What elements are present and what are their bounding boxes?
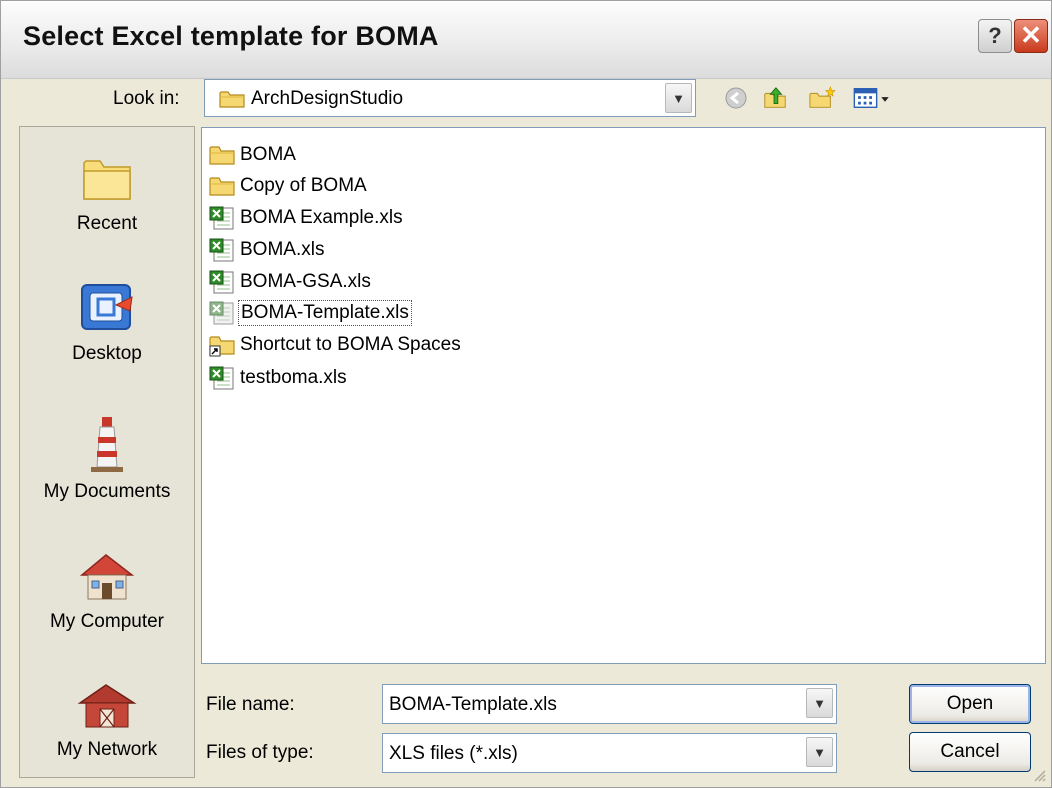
file-name-text: BOMA Example.xls <box>240 207 403 228</box>
file-name-text: BOMA-GSA.xls <box>240 271 371 292</box>
folder-icon <box>209 177 235 196</box>
file-type-label: Files of type: <box>206 742 314 763</box>
chevron-down-icon[interactable]: ▼ <box>806 688 833 718</box>
place-my-documents-label: My Documents <box>43 481 171 502</box>
title-bar[interactable]: Select Excel template for BOMA ? ✕ <box>1 1 1051 79</box>
chevron-down-icon[interactable]: ▼ <box>806 737 833 767</box>
excel-file-icon <box>209 301 234 325</box>
cancel-button[interactable]: Cancel <box>909 732 1031 772</box>
folder-icon <box>219 91 245 108</box>
file-list[interactable]: BOMA Copy of BOMA BOMA Example.xls BOMA.… <box>201 127 1046 664</box>
place-my-computer[interactable]: My Computer <box>20 547 194 633</box>
place-recent-label: Recent <box>76 213 138 234</box>
lighthouse-icon <box>91 417 123 472</box>
dialog-title: Select Excel template for BOMA <box>23 21 439 51</box>
look-in-value: ArchDesignStudio <box>251 88 404 109</box>
shortcut-folder-icon <box>209 336 235 357</box>
list-item[interactable]: BOMA.xls <box>208 235 326 265</box>
list-item[interactable]: BOMA-GSA.xls <box>208 267 373 297</box>
list-item[interactable]: Shortcut to BOMA Spaces <box>208 330 463 360</box>
file-name-value: BOMA-Template.xls <box>389 694 557 715</box>
file-type-dropdown[interactable]: XLS files (*.xls) ▼ <box>382 733 837 773</box>
file-name-input[interactable]: BOMA-Template.xls ▼ <box>382 684 837 724</box>
file-dialog: Select Excel template for BOMA ? ✕ Look … <box>0 0 1052 788</box>
excel-file-icon <box>209 206 234 230</box>
network-barn-icon <box>77 684 137 728</box>
list-item-selected[interactable]: BOMA-Template.xls <box>208 298 412 328</box>
file-name-text: Shortcut to BOMA Spaces <box>240 334 461 355</box>
list-item[interactable]: BOMA Example.xls <box>208 203 405 233</box>
list-item[interactable]: Copy of BOMA <box>208 171 369 201</box>
views-menu-icon[interactable] <box>851 85 893 111</box>
file-name-text: testboma.xls <box>240 367 347 388</box>
recent-folder-icon <box>83 160 131 200</box>
new-folder-icon[interactable] <box>807 85 837 111</box>
excel-file-icon <box>209 270 234 294</box>
chevron-down-icon[interactable]: ▼ <box>665 83 692 113</box>
list-item[interactable]: testboma.xls <box>208 363 349 393</box>
list-item[interactable]: BOMA <box>208 140 298 170</box>
close-button[interactable]: ✕ <box>1014 19 1048 53</box>
file-name-text: BOMA <box>240 144 296 165</box>
desktop-icon <box>81 284 133 330</box>
place-recent[interactable]: Recent <box>20 149 194 235</box>
back-icon[interactable] <box>723 85 749 111</box>
house-icon <box>79 554 135 600</box>
excel-file-icon <box>209 238 234 262</box>
place-my-network-label: My Network <box>56 739 158 760</box>
file-type-value: XLS files (*.xls) <box>389 743 518 764</box>
look-in-label: Look in: <box>113 88 180 109</box>
place-desktop[interactable]: Desktop <box>20 279 194 365</box>
place-desktop-label: Desktop <box>72 343 142 364</box>
look-in-dropdown[interactable]: ArchDesignStudio ▼ <box>204 79 696 117</box>
resize-grip-icon[interactable] <box>1033 769 1047 783</box>
place-my-documents[interactable]: My Documents <box>20 415 194 503</box>
open-button[interactable]: Open <box>909 684 1031 724</box>
up-folder-icon[interactable] <box>761 85 789 111</box>
file-name-label: File name: <box>206 694 295 715</box>
file-name-text: BOMA-Template.xls <box>238 300 412 326</box>
places-bar: Recent Desktop My Documents My Computer … <box>19 126 195 778</box>
excel-file-icon <box>209 366 234 390</box>
place-my-network[interactable]: My Network <box>20 679 194 761</box>
help-button[interactable]: ? <box>978 19 1012 53</box>
file-name-text: BOMA.xls <box>240 239 325 260</box>
place-my-computer-label: My Computer <box>49 611 165 632</box>
file-name-text: Copy of BOMA <box>240 175 367 196</box>
folder-icon <box>209 146 235 165</box>
